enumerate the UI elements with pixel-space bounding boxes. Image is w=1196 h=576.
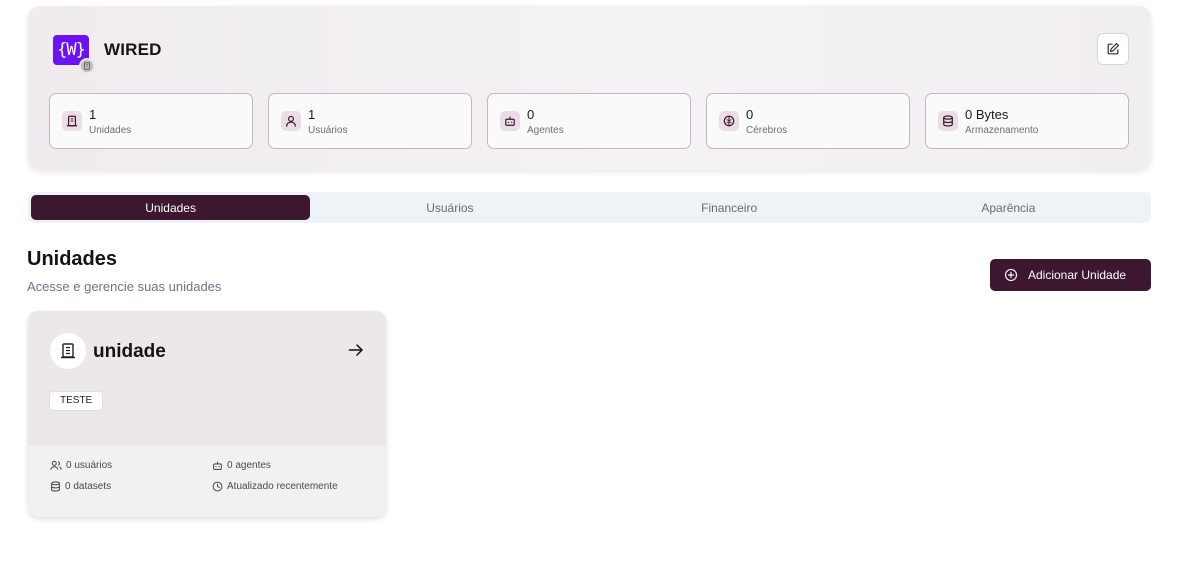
unit-name: unidade (93, 341, 166, 362)
arrow-right-icon[interactable] (348, 343, 364, 362)
section-subtitle: Acesse e gerencie suas unidades (27, 279, 222, 294)
unit-card[interactable]: unidade TESTE 0 usuários 0 agentes 0 dat… (28, 311, 386, 517)
user-icon (281, 111, 301, 131)
tab-bar: Unidades Usuários Financeiro Aparência (28, 192, 1151, 223)
stat-value: 0 (527, 107, 535, 122)
tab-aparencia[interactable]: Aparência (869, 195, 1148, 220)
add-unit-button[interactable]: Adicionar Unidade (990, 259, 1151, 291)
stat-card-agentes: 0 Agentes (487, 93, 691, 149)
stat-label: Agentes (527, 125, 564, 136)
stat-label: Unidades (89, 125, 132, 136)
stat-value: 0 Bytes (965, 107, 1009, 122)
logo-badge-building-icon (79, 58, 95, 74)
stat-label: Usuários (308, 125, 348, 136)
stat-label: Cérebros (746, 125, 788, 136)
stat-card-armazenamento: 0 Bytes Armazenamento (925, 93, 1129, 149)
edit-organization-button[interactable] (1097, 33, 1129, 65)
database-icon (938, 111, 958, 131)
unit-users-count: 0 usuários (66, 460, 113, 471)
users-icon (50, 460, 62, 470)
unit-tag: TESTE (49, 391, 104, 411)
building-icon (62, 111, 82, 131)
section-title: Unidades (27, 248, 118, 270)
add-unit-label: Adicionar Unidade (1028, 268, 1127, 282)
stat-label: Armazenamento (965, 125, 1039, 136)
stat-card-unidades: 1 Unidades (49, 93, 253, 149)
bot-icon (213, 461, 222, 470)
plus-circle-icon (1004, 268, 1018, 282)
stat-card-cerebros: 0 Cérebros (706, 93, 910, 149)
edit-icon (1107, 42, 1120, 55)
unit-datasets-count: 0 datasets (65, 481, 112, 492)
organization-card: {W} WIRED 1 Unidades 1 Usuários 0 Agente… (28, 6, 1151, 170)
stat-value: 1 (89, 107, 97, 122)
tab-financeiro[interactable]: Financeiro (590, 195, 869, 220)
database-icon (51, 481, 60, 492)
unit-avatar (50, 333, 86, 369)
unit-card-footer: 0 usuários 0 agentes 0 datasets Atualiza… (28, 446, 386, 517)
stat-value: 0 (746, 107, 754, 122)
stat-value: 1 (308, 107, 316, 122)
tab-unidades[interactable]: Unidades (31, 195, 311, 220)
clock-icon (212, 481, 223, 492)
building-icon (61, 343, 75, 359)
unit-updated-meta: Atualizado recentemente (212, 481, 338, 492)
stat-card-usuarios: 1 Usuários (268, 93, 472, 149)
brain-icon (719, 111, 739, 131)
unit-users-meta: 0 usuários (50, 460, 112, 471)
unit-agents-meta: 0 agentes (212, 460, 271, 471)
organization-name: WIRED (104, 40, 162, 59)
unit-datasets-meta: 0 datasets (50, 481, 111, 492)
unit-updated-text: Atualizado recentemente (227, 481, 338, 492)
bot-icon (500, 111, 520, 131)
tab-usuarios[interactable]: Usuários (310, 195, 589, 220)
unit-agents-count: 0 agentes (227, 460, 271, 471)
